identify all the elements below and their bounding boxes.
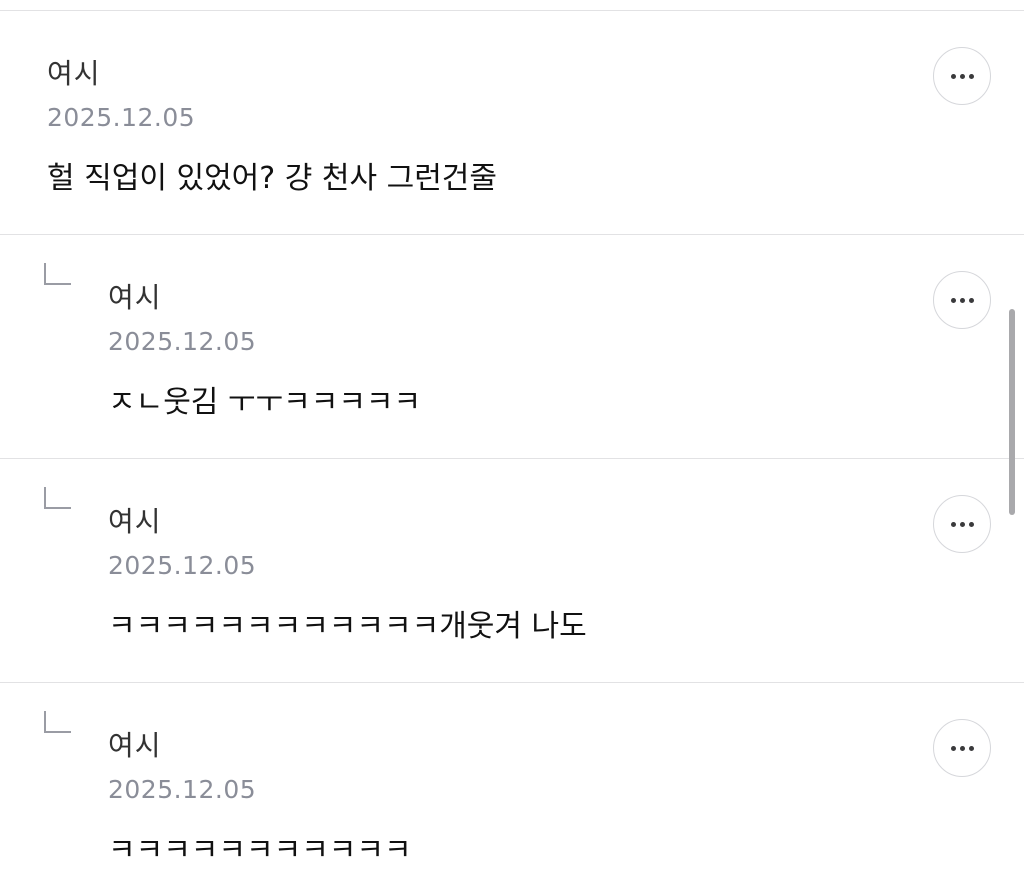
reply-item: 여시 2025.12.05 ㅈㄴ웃김 ㅜㅜㅋㅋㅋㅋㅋ [0, 235, 1024, 458]
more-horizontal-icon [950, 745, 974, 751]
reply-arrow-icon [44, 263, 71, 285]
reply-item: 여시 2025.12.05 ㅋㅋㅋㅋㅋㅋㅋㅋㅋㅋㅋ [0, 683, 1024, 894]
comment-text: ㅈㄴ웃김 ㅜㅜㅋㅋㅋㅋㅋ [108, 385, 422, 420]
comment-author: 여시 [108, 729, 162, 762]
more-horizontal-icon [950, 521, 974, 527]
comment-author: 여시 [108, 505, 162, 538]
comment-text: 헐 직업이 있었어? 걍 천사 그런건줄 [47, 161, 498, 196]
comment-author: 여시 [47, 57, 101, 90]
comment-text: ㅋㅋㅋㅋㅋㅋㅋㅋㅋㅋㅋㅋ개웃겨 나도 [108, 609, 587, 644]
more-options-button[interactable] [933, 47, 991, 105]
comment-text: ㅋㅋㅋㅋㅋㅋㅋㅋㅋㅋㅋ [108, 833, 412, 868]
comment-item: 여시 2025.12.05 헐 직업이 있었어? 걍 천사 그런건줄 [0, 11, 1024, 234]
more-options-button[interactable] [933, 495, 991, 553]
more-horizontal-icon [950, 73, 974, 79]
reply-item: 여시 2025.12.05 ㅋㅋㅋㅋㅋㅋㅋㅋㅋㅋㅋㅋ개웃겨 나도 [0, 459, 1024, 682]
scrollbar-thumb[interactable] [1009, 309, 1015, 515]
more-options-button[interactable] [933, 271, 991, 329]
more-options-button[interactable] [933, 719, 991, 777]
comment-date: 2025.12.05 [108, 551, 257, 580]
reply-arrow-icon [44, 711, 71, 733]
comment-date: 2025.12.05 [47, 103, 196, 132]
comment-date: 2025.12.05 [108, 775, 257, 804]
reply-arrow-icon [44, 487, 71, 509]
comment-author: 여시 [108, 281, 162, 314]
more-horizontal-icon [950, 297, 974, 303]
comment-date: 2025.12.05 [108, 327, 257, 356]
